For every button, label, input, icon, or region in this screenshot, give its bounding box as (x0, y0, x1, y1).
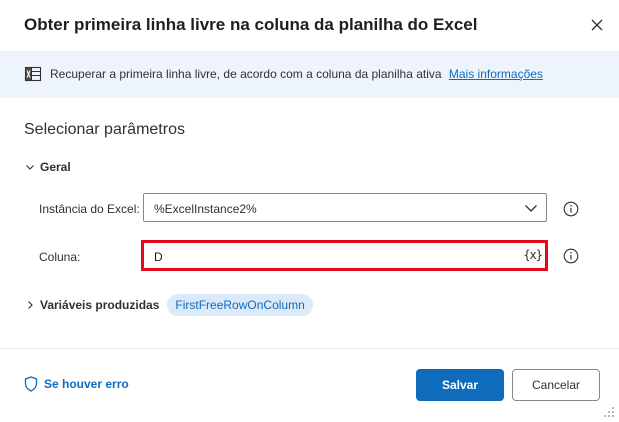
save-button[interactable]: Salvar (416, 369, 504, 401)
excel-instance-label: Instância do Excel: (39, 202, 140, 216)
chevron-right-icon (24, 299, 36, 311)
footer-divider (0, 348, 619, 349)
excel-instance-value: %ExcelInstance2% (154, 202, 257, 216)
group-header-general[interactable]: Geral (24, 159, 71, 175)
produced-variables-label: Variáveis produzidas (40, 298, 160, 312)
info-icon[interactable] (563, 201, 579, 217)
dialog: Obter primeira linha livre na coluna da … (0, 0, 619, 422)
cancel-button[interactable]: Cancelar (512, 369, 600, 401)
info-text: Recuperar a primeira linha livre, de aco… (50, 67, 543, 81)
column-label: Coluna: (39, 250, 81, 264)
excel-instance-dropdown[interactable]: %ExcelInstance2% (143, 193, 547, 222)
close-button[interactable] (586, 14, 608, 36)
dialog-title: Obter primeira linha livre na coluna da … (24, 15, 478, 34)
produced-variables: Variáveis produzidas FirstFreeRowOnColum… (24, 294, 313, 316)
on-error-link[interactable]: Se houver erro (24, 376, 129, 392)
info-description: Recuperar a primeira linha livre, de aco… (50, 67, 442, 81)
insert-variable-button[interactable]: {x} (523, 248, 543, 262)
column-input[interactable]: D {x} (141, 240, 548, 271)
chevron-down-icon (525, 205, 537, 212)
shield-icon (24, 376, 38, 392)
info-icon[interactable] (563, 248, 579, 264)
variable-chip[interactable]: FirstFreeRowOnColumn (167, 294, 313, 316)
close-icon (591, 19, 603, 31)
column-value: D (154, 250, 163, 264)
info-bar: Recuperar a primeira linha livre, de aco… (0, 51, 619, 98)
more-info-link[interactable]: Mais informações (449, 67, 543, 81)
produced-variables-toggle[interactable]: Variáveis produzidas (24, 298, 159, 312)
excel-sheet-icon (24, 66, 42, 82)
on-error-label: Se houver erro (44, 377, 129, 391)
section-title: Selecionar parâmetros (24, 121, 185, 138)
resize-grip-icon[interactable] (602, 405, 616, 419)
group-label: Geral (40, 160, 71, 174)
chevron-down-icon (24, 161, 36, 173)
